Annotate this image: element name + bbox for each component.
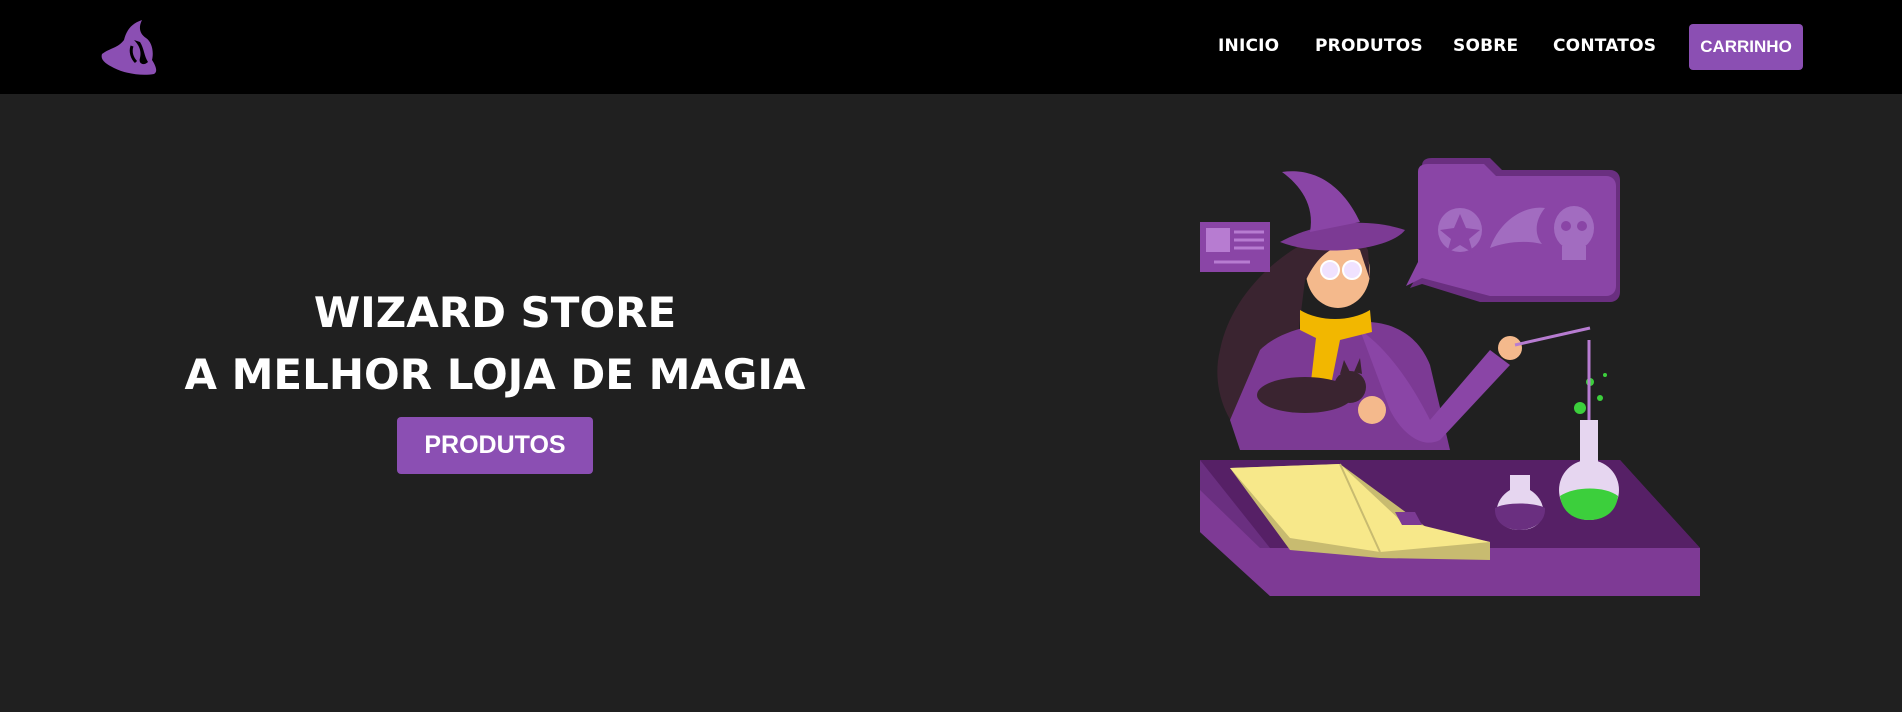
- navbar: INICIO PRODUTOS SOBRE CONTATOS CARRINHO: [0, 0, 1902, 94]
- witch-hat-logo-icon[interactable]: [96, 18, 160, 76]
- hero-subtitle: A MELHOR LOJA DE MAGIA: [184, 350, 806, 399]
- nav-link-inicio[interactable]: INICIO: [1218, 36, 1279, 56]
- witch-with-potions-illustration: [1200, 158, 1700, 596]
- nav-link-produtos[interactable]: PRODUTOS: [1315, 36, 1423, 56]
- nav-link-sobre[interactable]: SOBRE: [1453, 36, 1518, 56]
- hero-products-button[interactable]: PRODUTOS: [397, 417, 593, 474]
- nav-link-contatos[interactable]: CONTATOS: [1553, 36, 1656, 56]
- cart-button[interactable]: CARRINHO: [1689, 24, 1803, 70]
- hero-title: WIZARD STORE: [313, 288, 677, 337]
